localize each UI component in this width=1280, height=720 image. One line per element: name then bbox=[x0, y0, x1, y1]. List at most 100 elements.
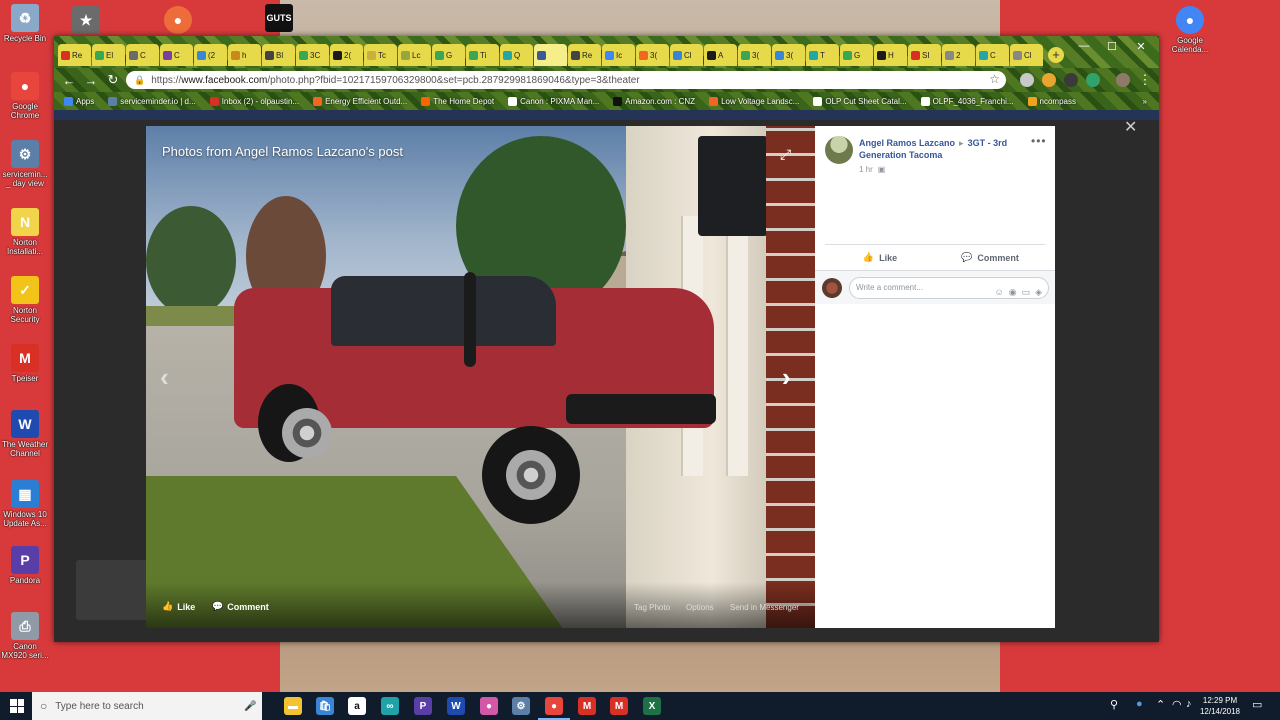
volume-icon[interactable]: ♪ bbox=[1186, 698, 1192, 710]
bookmark-item[interactable]: The Home Depot bbox=[421, 96, 494, 106]
bookmark-item[interactable]: OLP Cut Sheet Catal... bbox=[813, 96, 907, 106]
browser-tab[interactable]: Tc bbox=[364, 44, 397, 66]
browser-tab[interactable]: SI bbox=[908, 44, 941, 66]
desktop-icon-1[interactable]: ● Google Chrome bbox=[0, 72, 50, 120]
taskbar-excel-icon[interactable]: X bbox=[643, 697, 661, 715]
taskbar-store-icon[interactable]: 🛍 bbox=[316, 697, 334, 715]
people-icon[interactable]: ⚲ bbox=[1110, 698, 1118, 711]
extension-icon-2[interactable] bbox=[1042, 73, 1056, 87]
taskbar-amazon-icon[interactable]: a bbox=[348, 697, 366, 715]
photo-viewer[interactable]: Photos from Angel Ramos Lazcano's post ⤢… bbox=[146, 126, 815, 628]
browser-tab[interactable]: Re bbox=[58, 44, 91, 66]
taskbar-chrome-icon[interactable]: ● bbox=[545, 697, 563, 715]
photo-comment-button[interactable]: 💬 Comment bbox=[212, 601, 269, 612]
options-link[interactable]: Options bbox=[686, 603, 714, 612]
window-close-button[interactable]: ✕ bbox=[1127, 40, 1155, 53]
desktop-icon-2[interactable]: ⚙ servicemin... _ day view bbox=[0, 140, 50, 188]
browser-tab[interactable]: 3( bbox=[772, 44, 805, 66]
bookmark-item[interactable]: Amazon.com : CNZ bbox=[613, 96, 695, 106]
taskbar-arduino-icon[interactable]: ∞ bbox=[381, 697, 399, 715]
bookmark-star-icon[interactable]: ☆ bbox=[989, 72, 1000, 86]
author-avatar[interactable] bbox=[825, 136, 853, 164]
desktop-icon-top-3[interactable]: GUTS bbox=[254, 4, 304, 34]
taskbar-maps-icon[interactable]: ● bbox=[480, 697, 498, 715]
browser-tab[interactable]: Cl bbox=[1010, 44, 1043, 66]
maximize-button[interactable]: ☐ bbox=[1098, 40, 1126, 53]
browser-tab[interactable]: G bbox=[840, 44, 873, 66]
bookmark-item[interactable]: ncompass bbox=[1027, 96, 1076, 106]
taskbar-serviceminder-icon[interactable]: ⚙ bbox=[512, 697, 530, 715]
browser-tab[interactable]: G bbox=[432, 44, 465, 66]
desktop-icon-8[interactable]: P Pandora bbox=[0, 546, 50, 585]
extension-icon-4[interactable] bbox=[1086, 73, 1100, 87]
desktop-icon-top-2[interactable]: ● bbox=[153, 6, 203, 36]
desktop-icon-9[interactable]: ⎙ Canon MX920 seri... bbox=[0, 612, 50, 660]
desktop-icon-0[interactable]: ♻ Recycle Bin bbox=[0, 4, 50, 43]
desktop-icon-6[interactable]: W The Weather Channel bbox=[0, 410, 50, 458]
browser-tab[interactable]: C bbox=[126, 44, 159, 66]
profile-avatar[interactable] bbox=[1116, 73, 1130, 87]
browser-tab[interactable]: C bbox=[160, 44, 193, 66]
browser-tab[interactable]: El bbox=[92, 44, 125, 66]
browser-tab[interactable]: C bbox=[976, 44, 1009, 66]
desktop-icon-google-calendar[interactable]: ● Google Calenda... bbox=[1165, 6, 1215, 54]
new-tab-button[interactable]: + bbox=[1048, 47, 1064, 63]
back-icon[interactable]: ← bbox=[58, 73, 80, 88]
desktop-icon-4[interactable]: ✓ Norton Security bbox=[0, 276, 50, 324]
taskbar-file-explorer-icon[interactable]: ▬ bbox=[284, 697, 302, 715]
bookmark-item[interactable]: serviceminder.io | d... bbox=[108, 96, 196, 106]
emoji-icon[interactable]: ☺ bbox=[995, 282, 1004, 302]
desktop-icon-top-1[interactable]: ★ bbox=[61, 6, 111, 36]
browser-tab[interactable]: 3C bbox=[296, 44, 329, 66]
desktop-icon-5[interactable]: M Tpeiser bbox=[0, 344, 50, 383]
comment-input[interactable]: Write a comment... ☺ ◉ ▭ ◈ bbox=[849, 277, 1049, 299]
author-name-link[interactable]: Angel Ramos Lazcano bbox=[859, 138, 955, 148]
taskbar-gmail-icon[interactable]: M bbox=[578, 697, 596, 715]
gif-icon[interactable]: ▭ bbox=[1022, 282, 1031, 302]
browser-tab[interactable]: 3( bbox=[738, 44, 771, 66]
post-more-options-button[interactable]: ••• bbox=[1031, 134, 1047, 148]
desktop-icon-7[interactable]: ▦ Windows 10 Update As... bbox=[0, 480, 50, 528]
windows-start-icon[interactable] bbox=[10, 699, 24, 713]
bookmark-item[interactable]: OLPF_4036_Franchi... bbox=[920, 96, 1014, 106]
network-icon[interactable]: ◠ bbox=[1172, 698, 1182, 711]
post-like-button[interactable]: 👍 Like bbox=[825, 245, 935, 270]
bookmark-item[interactable]: Canon : PIXMA Man... bbox=[508, 96, 599, 106]
bookmark-item[interactable]: Apps bbox=[64, 96, 94, 106]
browser-tab[interactable] bbox=[534, 44, 567, 66]
notifications-icon[interactable]: ▭ bbox=[1252, 698, 1262, 711]
browser-tab[interactable]: (2 bbox=[194, 44, 227, 66]
bookmark-item[interactable]: Inbox (2) - olpaustin... bbox=[209, 96, 299, 106]
browser-tab[interactable]: Re bbox=[568, 44, 601, 66]
desktop-icon-3[interactable]: N Norton Installati... bbox=[0, 208, 50, 256]
address-bar[interactable]: 🔒 https://www.facebook.com/photo.php?fbi… bbox=[126, 71, 1006, 89]
taskbar-search[interactable]: ○ Type here to search 🎤 bbox=[32, 692, 262, 720]
microphone-icon[interactable]: 🎤 bbox=[244, 701, 256, 712]
taskbar-pandora-icon[interactable]: P bbox=[414, 697, 432, 715]
browser-tab[interactable]: A bbox=[704, 44, 737, 66]
bookmark-item[interactable]: Energy Efficient Outd... bbox=[313, 96, 407, 106]
help-icon[interactable]: ● bbox=[1136, 698, 1143, 710]
browser-tab[interactable]: 2 bbox=[942, 44, 975, 66]
browser-tab[interactable]: Lc bbox=[398, 44, 431, 66]
extension-icon-3[interactable] bbox=[1064, 73, 1078, 87]
fullscreen-icon[interactable]: ⤢ bbox=[780, 146, 791, 163]
send-in-messenger-link[interactable]: Send in Messenger bbox=[730, 603, 799, 612]
browser-tab[interactable]: Ic bbox=[602, 44, 635, 66]
browser-tab[interactable]: 3( bbox=[636, 44, 669, 66]
theater-close-button[interactable]: ✕ bbox=[1124, 117, 1137, 137]
browser-tab[interactable]: H bbox=[874, 44, 907, 66]
sticker-icon[interactable]: ◈ bbox=[1035, 282, 1042, 302]
browser-tab[interactable]: 2( bbox=[330, 44, 363, 66]
camera-icon[interactable]: ◉ bbox=[1009, 282, 1017, 302]
bookmark-item[interactable]: Low Voltage Landsc... bbox=[709, 96, 799, 106]
post-time[interactable]: 1 hr bbox=[859, 165, 873, 174]
reload-icon[interactable]: ↻ bbox=[102, 72, 124, 88]
browser-tab[interactable]: Ti bbox=[466, 44, 499, 66]
post-comment-button[interactable]: 💬 Comment bbox=[935, 245, 1045, 270]
extension-icon-1[interactable] bbox=[1020, 73, 1034, 87]
menu-kebab-icon[interactable]: ⋮ bbox=[1134, 72, 1156, 88]
browser-tab[interactable]: T bbox=[806, 44, 839, 66]
next-photo-icon[interactable]: › bbox=[782, 362, 791, 393]
taskbar-gmail-2-icon[interactable]: M bbox=[610, 697, 628, 715]
